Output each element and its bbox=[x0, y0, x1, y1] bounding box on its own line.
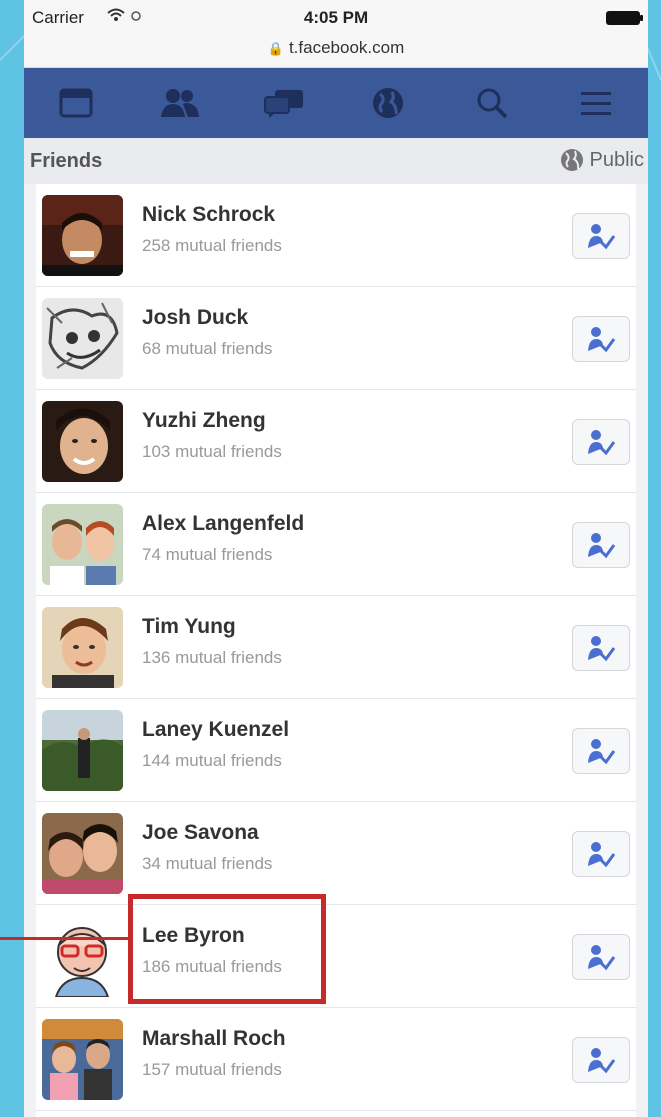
mutual-friends-count: 157 mutual friends bbox=[142, 1060, 282, 1079]
friend-row[interactable]: Alex Langenfeld 74 mutual friends bbox=[36, 493, 636, 596]
phone-screen: Carrier 4:05 PM 🔒 t.facebook.com Friends… bbox=[24, 0, 648, 1117]
section-title: Friends bbox=[30, 150, 103, 172]
friends-icon[interactable] bbox=[150, 73, 210, 133]
friend-row[interactable]: Yuzhi Zheng 103 mutual friends bbox=[36, 390, 636, 493]
lock-icon: 🔒 bbox=[267, 41, 284, 56]
friends-status-button[interactable] bbox=[572, 625, 630, 671]
annotation-highlight-box bbox=[128, 894, 326, 1004]
friend-check-icon bbox=[588, 224, 616, 250]
avatar[interactable] bbox=[42, 607, 123, 688]
avatar[interactable] bbox=[42, 813, 123, 894]
friend-check-icon bbox=[588, 1048, 616, 1074]
avatar[interactable] bbox=[42, 504, 123, 585]
friends-status-button[interactable] bbox=[572, 316, 630, 362]
friends-section-header: Friends Public bbox=[24, 138, 648, 184]
friends-status-button[interactable] bbox=[572, 934, 630, 980]
friend-row[interactable]: Josh Duck 68 mutual friends bbox=[36, 287, 636, 390]
friend-check-icon bbox=[588, 739, 616, 765]
friend-name[interactable]: Yuzhi Zheng bbox=[142, 409, 266, 433]
top-navigation bbox=[24, 68, 648, 138]
friends-status-button[interactable] bbox=[572, 522, 630, 568]
friend-name[interactable]: Marshall Roch bbox=[142, 1027, 286, 1051]
friend-row[interactable]: Joe Savona 34 mutual friends bbox=[36, 802, 636, 905]
status-bar: Carrier 4:05 PM bbox=[24, 0, 648, 38]
avatar[interactable] bbox=[42, 916, 123, 997]
avatar[interactable] bbox=[42, 298, 123, 379]
avatar[interactable] bbox=[42, 401, 123, 482]
friend-name[interactable]: Josh Duck bbox=[142, 306, 248, 330]
friend-check-icon bbox=[588, 945, 616, 971]
friend-name[interactable]: Laney Kuenzel bbox=[142, 718, 289, 742]
friend-check-icon bbox=[588, 327, 616, 353]
globe-icon bbox=[560, 149, 583, 171]
friends-status-button[interactable] bbox=[572, 831, 630, 877]
mutual-friends-count: 144 mutual friends bbox=[142, 751, 282, 770]
search-icon[interactable] bbox=[462, 73, 522, 133]
friends-status-button[interactable] bbox=[572, 213, 630, 259]
avatar[interactable] bbox=[42, 1019, 123, 1100]
mutual-friends-count: 258 mutual friends bbox=[142, 236, 282, 255]
friend-check-icon bbox=[588, 842, 616, 868]
news-feed-icon[interactable] bbox=[46, 73, 106, 133]
privacy-label: Public bbox=[589, 148, 644, 171]
friend-row[interactable]: Tim Yung 136 mutual friends bbox=[36, 596, 636, 699]
friend-name[interactable]: Alex Langenfeld bbox=[142, 512, 304, 536]
friend-row[interactable]: Nick Schrock 258 mutual friends bbox=[36, 184, 636, 287]
mutual-friends-count: 34 mutual friends bbox=[142, 854, 273, 873]
friend-check-icon bbox=[588, 533, 616, 559]
friends-status-button[interactable] bbox=[572, 728, 630, 774]
url-text: t.facebook.com bbox=[288, 38, 405, 57]
privacy-selector[interactable]: Public bbox=[560, 148, 644, 172]
friend-check-icon bbox=[588, 636, 616, 662]
friend-name[interactable]: Joe Savona bbox=[142, 821, 259, 845]
friend-name[interactable]: Tim Yung bbox=[142, 615, 236, 639]
friend-check-icon bbox=[588, 430, 616, 456]
friend-row[interactable]: Laney Kuenzel 144 mutual friends bbox=[36, 699, 636, 802]
avatar[interactable] bbox=[42, 195, 123, 276]
friends-status-button[interactable] bbox=[572, 419, 630, 465]
friend-row[interactable]: Lee Byron 186 mutual friends bbox=[36, 905, 636, 1008]
battery-icon bbox=[606, 11, 643, 25]
mutual-friends-count: 68 mutual friends bbox=[142, 339, 273, 358]
messages-icon[interactable] bbox=[254, 73, 314, 133]
mutual-friends-count: 74 mutual friends bbox=[142, 545, 273, 564]
annotation-callout-line bbox=[0, 937, 130, 940]
friend-name[interactable]: Nick Schrock bbox=[142, 203, 275, 227]
mutual-friends-count: 103 mutual friends bbox=[142, 442, 282, 461]
menu-icon[interactable] bbox=[566, 73, 626, 133]
status-time: 4:05 PM bbox=[303, 8, 369, 27]
avatar[interactable] bbox=[42, 710, 123, 791]
globe-notifications-icon[interactable] bbox=[358, 73, 418, 133]
friends-status-button[interactable] bbox=[572, 1037, 630, 1083]
url-bar[interactable]: 🔒 t.facebook.com bbox=[24, 38, 648, 68]
friend-list: Nick Schrock 258 mutual friends Josh Duc… bbox=[24, 184, 648, 1117]
friend-row[interactable]: Marshall Roch 157 mutual friends bbox=[36, 1008, 636, 1111]
friend-row-partial[interactable] bbox=[36, 1111, 636, 1117]
mutual-friends-count: 136 mutual friends bbox=[142, 648, 282, 667]
